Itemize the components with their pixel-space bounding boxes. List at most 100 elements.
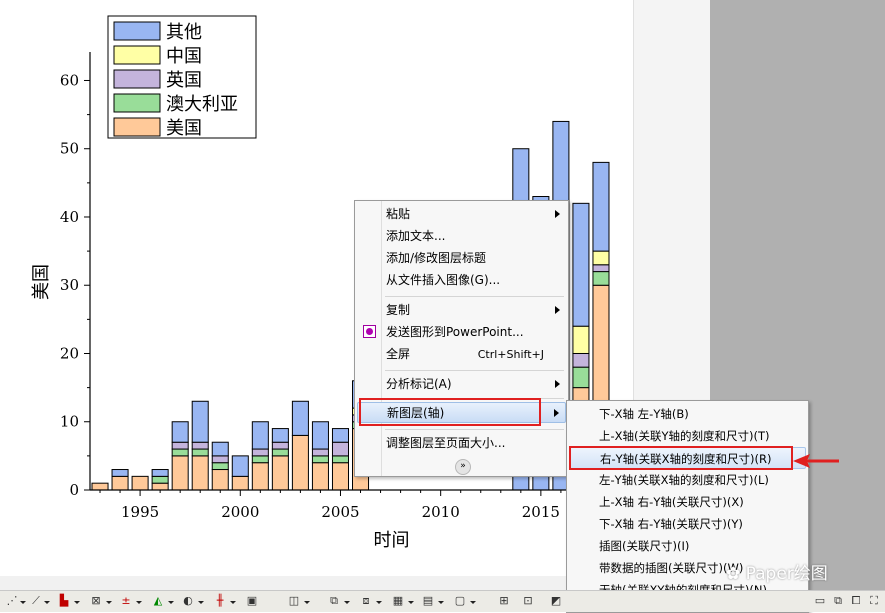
merge-graph-icon[interactable]: ⧉ (326, 594, 342, 608)
3d-plot-icon[interactable]: ⊠ (88, 594, 104, 608)
bar-segment[interactable] (271, 455, 289, 491)
line-plot-icon[interactable]: ⟋ (28, 594, 44, 608)
layer-icon[interactable]: ◫ (286, 594, 302, 608)
polar-plot-icon[interactable]: ◐ (180, 594, 196, 608)
bar-segment[interactable] (311, 455, 329, 464)
bar-segment[interactable] (592, 264, 610, 273)
dropdown-arrow-icon[interactable] (438, 601, 444, 604)
bar-segment[interactable] (231, 475, 249, 491)
bar-segment[interactable] (572, 366, 590, 389)
bar-segment[interactable] (171, 441, 189, 450)
bar-segment[interactable] (211, 441, 229, 457)
bar-segment[interactable] (211, 455, 229, 464)
bar-segment[interactable] (251, 421, 269, 450)
bar-segment[interactable] (211, 462, 229, 471)
dropdown-arrow-icon[interactable] (408, 601, 414, 604)
bar-segment[interactable] (251, 462, 269, 491)
dropdown-arrow-icon[interactable] (198, 601, 204, 604)
bar-segment[interactable] (151, 475, 169, 484)
submenu-item-bottom-x-left-y[interactable]: 下-X轴 左-Y轴(B) (569, 403, 806, 425)
bar-segment[interactable] (251, 448, 269, 457)
bar-segment[interactable] (91, 482, 109, 491)
box-chart-icon[interactable]: ± (118, 594, 134, 608)
scatter-plot-icon[interactable]: ⋰ (4, 594, 20, 608)
bar-segment[interactable] (311, 462, 329, 491)
dropdown-arrow-icon[interactable] (168, 601, 174, 604)
bar-segment[interactable] (231, 455, 249, 477)
expand-menu-icon[interactable]: » (455, 459, 471, 475)
table-icon[interactable]: ▤ (420, 594, 436, 608)
dropdown-arrow-icon[interactable] (470, 601, 476, 604)
bar-segment[interactable] (331, 441, 349, 457)
bar-segment[interactable] (171, 455, 189, 491)
area-plot-icon[interactable]: ◭ (150, 594, 166, 608)
menu-item-layer-title[interactable]: 添加/修改图层标题 (357, 248, 566, 269)
bar-segment[interactable] (131, 475, 149, 491)
dropdown-arrow-icon[interactable] (304, 601, 310, 604)
menu-item-fullscreen[interactable]: 全屏 Ctrl+Shift+J (357, 344, 566, 365)
dropdown-arrow-icon[interactable] (44, 601, 50, 604)
dropdown-arrow-icon[interactable] (344, 601, 350, 604)
submenu-item-inset[interactable]: 插图(关联尺寸)(I) (569, 535, 806, 557)
dropdown-arrow-icon[interactable] (136, 601, 142, 604)
bar-segment[interactable] (151, 482, 169, 491)
bar-segment[interactable] (271, 441, 289, 450)
bar-segment[interactable] (331, 428, 349, 443)
stock-plot-icon[interactable]: ╫ (212, 594, 228, 608)
bar-segment[interactable] (572, 202, 590, 327)
dropdown-arrow-icon[interactable] (230, 601, 236, 604)
bar-segment[interactable] (111, 469, 129, 477)
bar-segment[interactable] (592, 271, 610, 286)
bar-segment[interactable] (592, 161, 610, 252)
bar-segment[interactable] (572, 352, 590, 368)
bar-segment[interactable] (331, 455, 349, 464)
submenu-item-top-x-right-y[interactable]: 上-X轴 右-Y轴(关联尺寸)(X) (569, 491, 806, 513)
dropdown-arrow-icon[interactable] (106, 601, 112, 604)
bar-segment[interactable] (191, 448, 209, 457)
bar-segment[interactable] (191, 400, 209, 443)
dropdown-arrow-icon[interactable] (20, 601, 26, 604)
bar-segment[interactable] (331, 462, 349, 491)
template-icon[interactable]: ▣ (244, 594, 260, 608)
menu-item-insert-image[interactable]: 从文件插入图像(G)... (357, 270, 566, 291)
submenu-item-left-y[interactable]: 左-Y轴(关联X轴的刻度和尺寸)(L) (569, 469, 806, 491)
menu-item-fit-layer-to-page[interactable]: 调整图层至页面大小... (357, 433, 566, 454)
bar-segment[interactable] (271, 428, 289, 443)
menu-item-paste[interactable]: 粘贴 (357, 204, 566, 225)
mask-icon[interactable]: ◩ (548, 594, 564, 608)
dropdown-arrow-icon[interactable] (376, 601, 382, 604)
tile-icon[interactable]: ⧉ (830, 594, 846, 608)
dropdown-arrow-icon[interactable] (74, 601, 80, 604)
maximize-icon[interactable]: ⛶ (866, 594, 882, 608)
bar-segment[interactable] (271, 448, 289, 457)
bar-segment[interactable] (311, 448, 329, 457)
submenu-item-bottom-x-right-y[interactable]: 下-X轴 右-Y轴(关联尺寸)(Y) (569, 513, 806, 535)
bar-segment[interactable] (171, 448, 189, 457)
menu-item-send-powerpoint[interactable]: 发送图形到PowerPoint... (357, 322, 566, 343)
grid-icon[interactable]: ▦ (390, 594, 406, 608)
bar-segment[interactable] (592, 250, 610, 266)
bar-segment[interactable] (151, 469, 169, 477)
arrange-layers-icon[interactable]: ⧈ (358, 594, 374, 608)
bar-segment[interactable] (191, 441, 209, 450)
bar-segment[interactable] (291, 400, 309, 436)
zoom-icon[interactable]: ⊡ (520, 594, 536, 608)
rescale-icon[interactable]: ⊞ (496, 594, 512, 608)
menu-item-add-text[interactable]: 添加文本... (357, 226, 566, 247)
menu-item-analysis-markers[interactable]: 分析标记(A) (357, 374, 566, 395)
menu-item-copy[interactable]: 复制 (357, 300, 566, 321)
submenu-item-label: 下-X轴 左-Y轴(B) (599, 407, 689, 421)
cascade-icon[interactable]: ⧠ (848, 594, 864, 608)
frame-icon[interactable]: ▢ (452, 594, 468, 608)
bar-segment[interactable] (251, 455, 269, 464)
submenu-item-top-x[interactable]: 上-X轴(关联Y轴的刻度和尺寸)(T) (569, 425, 806, 447)
bar-segment[interactable] (211, 469, 229, 491)
bar-segment[interactable] (311, 421, 329, 450)
column-plot-icon[interactable]: ▙ (56, 594, 72, 608)
bar-segment[interactable] (111, 475, 129, 491)
bar-segment[interactable] (171, 421, 189, 443)
bar-segment[interactable] (191, 455, 209, 491)
window-icon[interactable]: ▭ (812, 594, 828, 608)
bar-segment[interactable] (572, 325, 590, 354)
bar-segment[interactable] (291, 434, 309, 491)
